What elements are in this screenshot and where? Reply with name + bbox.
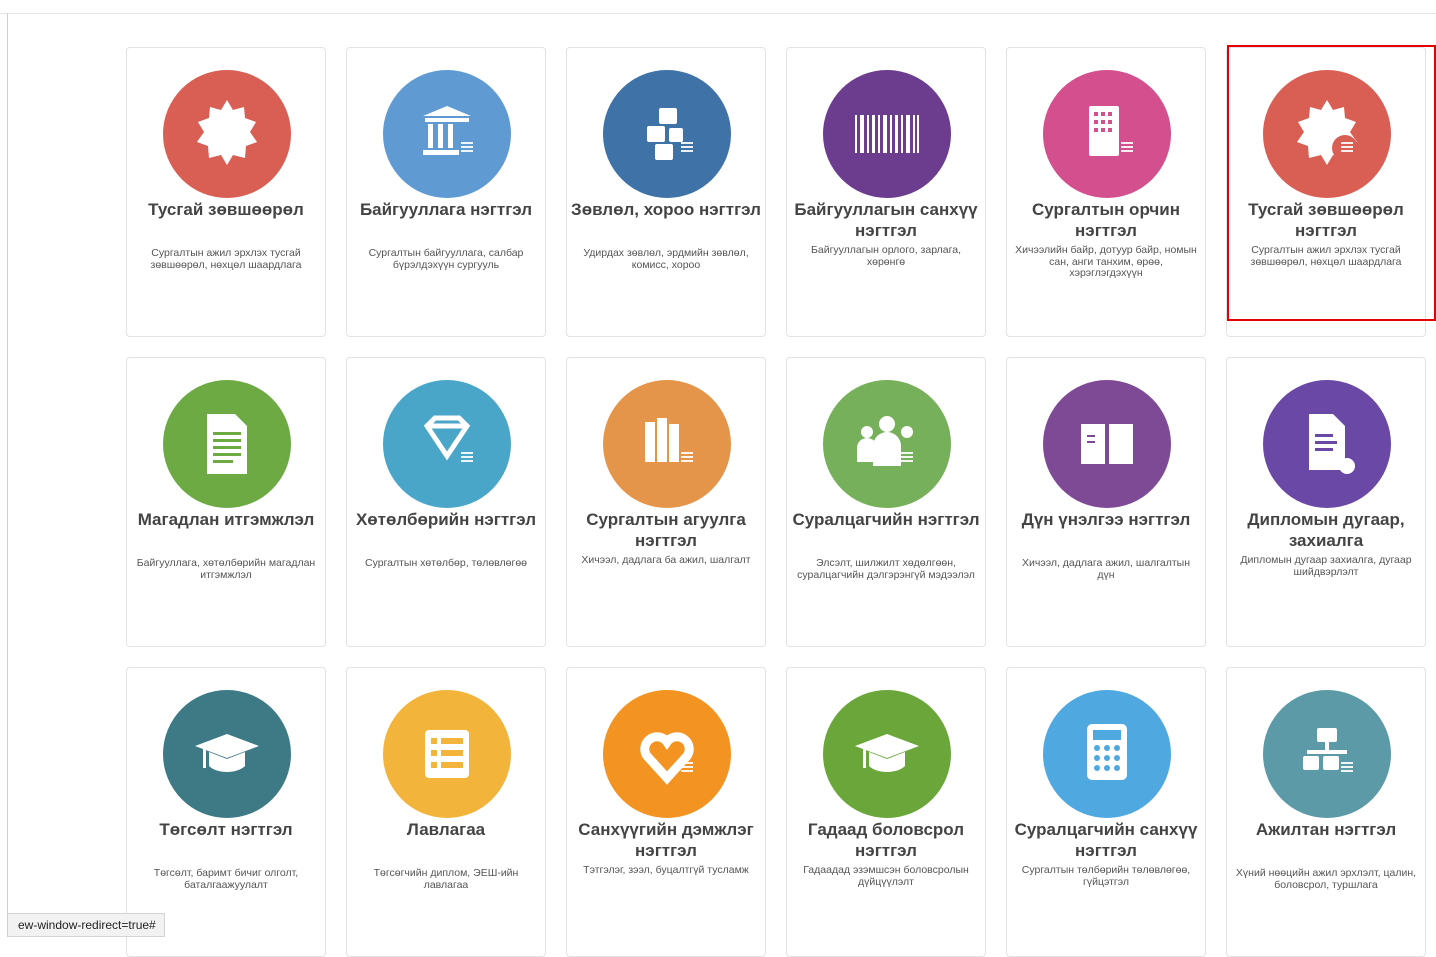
module-tile-title: Хөтөлбөрийн нэгтгэл [355,510,537,529]
users-icon [823,380,951,508]
module-tile-title: Сургалтын орчин нэгтгэл [1032,200,1180,240]
module-tile-description: Сургалтын ажил эрхлэх тусгай зөвшөөрөл, … [150,247,302,271]
heart-icon [603,690,731,818]
left-divider [7,13,8,937]
module-tile-title: Зөвлөл, хороо нэгтгэл [571,200,761,219]
module-tile-title: Төгсөлт нэгтгэл [159,820,293,839]
module-tile[interactable]: Суралцагчийн нэгтгэл Элсэлт, шилжилт хөдө… [786,357,986,647]
module-tile-title: Лавлагаа [406,820,486,839]
institution-building-icon [383,70,511,198]
graduation-cap-icon [163,690,291,818]
module-tile-title: Суралцагчийн санхүү нэгтгэл [1014,820,1198,860]
module-tile-description: Удирдах зөвлөл, эрдмийн зөвлөл, комисс, … [583,247,749,271]
module-tile-title: Магадлан итгэмжлэл [137,510,315,529]
module-tile[interactable]: Санхүүгийн дэмжлэг нэгтгэл Тэтгэлэг, зээл… [566,667,766,957]
calculator-icon [1043,690,1171,818]
module-tile-title: Санхүүгийн дэмжлэг нэгтгэл [578,820,754,860]
module-tile-description: Хичээл, дадлага ба ажил, шалгалт [581,554,751,566]
badge-icon [163,70,291,198]
module-tile-description: Тэтгэлэг, зээл, буцалтгүй тусламж [583,864,749,876]
module-tile[interactable]: Ажилтан нэгтгэл Хүний нөөцийн ажил эрхлэл… [1226,667,1426,957]
module-tile-description: Төгсөлт, баримт бичиг олголт, баталгаажу… [153,867,299,891]
module-tile[interactable]: Суралцагчийн санхүү нэгтгэл Сургалтын төл… [1006,667,1206,957]
org-chart-icon [1263,690,1391,818]
module-tile[interactable]: Лавлагаа Төгсөгчийн диплом, ЭЕШ-ийн лавла… [346,667,546,957]
module-tile[interactable]: Байгууллага нэгтгэл Сургалтын байгууллага… [346,47,546,337]
module-tile[interactable]: Тусгай зөвшөөрөл Сургалтын ажил эрхлэх ту… [126,47,326,337]
module-tile-title: Дүн үнэлгээ нэгтгэл [1021,510,1191,529]
module-tile-title: Тусгай зөвшөөрөл нэгтгэл [1248,200,1404,240]
list-icon [383,690,511,818]
module-tile-title: Сургалтын агуулга нэгтгэл [586,510,746,550]
module-tile-description: Гадаадад эзэмшсэн боловсролын дүйцүүлэлт [803,864,969,888]
diamond-icon [383,380,511,508]
module-tile-description: Төгсөгчийн диплом, ЭЕШ-ийн лавлагаа [373,867,519,891]
module-tile[interactable]: Дүн үнэлгээ нэгтгэл Хичээл, дадлага ажил,… [1006,357,1206,647]
module-tile[interactable]: Байгууллагын санхүү нэгтгэл Байгууллагын … [786,47,986,337]
status-bar-link-preview: ew-window-redirect=true# [8,913,165,937]
module-tile-title: Байгууллага нэгтгэл [359,200,533,219]
cubes-icon [603,70,731,198]
module-tile[interactable]: Магадлан итгэмжлэл Байгууллага, хөтөлбөри… [126,357,326,647]
module-tile-description: Байгууллага, хөтөлбөрийн магадлан итгэмж… [136,557,316,581]
graduation-cap-icon [823,690,951,818]
module-tile[interactable]: Сургалтын орчин нэгтгэл Хичээлийн байр, д… [1006,47,1206,337]
module-tile-title: Ажилтан нэгтгэл [1255,820,1397,839]
module-tile[interactable]: Сургалтын агуулга нэгтгэл Хичээл, дадлага… [566,357,766,647]
module-tile-description: Байгууллагын орлого, зарлага, хөрөнгө [810,244,961,268]
module-tile-description: Сургалтын ажил эрхлэх тусгай зөвшөөрөл, … [1250,244,1402,268]
module-tile[interactable]: Хөтөлбөрийн нэгтгэл Сургалтын хөтөлбөр, т… [346,357,546,647]
open-book-icon [1043,380,1171,508]
module-tile-title: Байгууллагын санхүү нэгтгэл [794,200,978,240]
module-tile-description: Хичээл, дадлага ажил, шалгалтын дүн [1022,557,1190,581]
module-tile-description: Хичээлийн байр, дотуур байр, номын сан, … [1015,244,1197,279]
badge-list-icon [1263,70,1391,198]
module-tile-description: Сургалтын байгууллага, салбар бүрэлдэхүү… [368,247,524,271]
module-tile-title: Гадаад боловсрол нэгтгэл [807,820,965,860]
file-gear-icon [1263,380,1391,508]
module-tile-title: Суралцагчийн нэгтгэл [792,510,980,529]
barcode-icon [823,70,951,198]
module-tile-title: Тусгай зөвшөөрөл [148,200,304,219]
module-tile[interactable]: Дипломын дугаар, захиалга Дипломын дугаар… [1226,357,1426,647]
module-tile-title: Дипломын дугаар, захиалга [1247,510,1405,550]
module-tile[interactable]: Зөвлөл, хороо нэгтгэл Удирдах зөвлөл, эрд… [566,47,766,337]
document-icon [163,380,291,508]
module-tile-description: Сургалтын төлбөрийн төлөвлөгөө, гүйцэтгэ… [1021,864,1191,888]
module-tile-description: Дипломын дугаар захиалга, дугаар шийдвэр… [1240,554,1412,578]
top-divider [0,13,1436,14]
module-tile[interactable]: Гадаад боловсрол нэгтгэл Гадаадад эзэмшсэ… [786,667,986,957]
books-icon [603,380,731,508]
building-icon [1043,70,1171,198]
module-tile-description: Сургалтын хөтөлбөр, төлөвлөгөө [364,557,527,569]
module-tile-description: Хүний нөөцийн ажил эрхлэлт, цалин, болов… [1235,867,1417,891]
module-tile[interactable]: Тусгай зөвшөөрөл нэгтгэл Сургалтын ажил э… [1226,47,1426,337]
module-tile-description: Элсэлт, шилжилт хөдөлгөөн, суралцагчийн … [797,557,975,581]
